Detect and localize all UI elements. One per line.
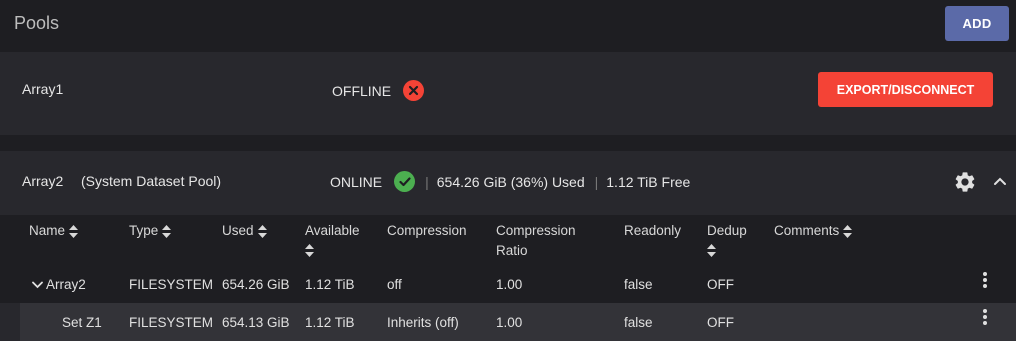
cell-available: 1.12 TiB [305, 277, 355, 292]
pool-card-array1: Array1 OFFLINE EXPORT/DISCONNECT [0, 52, 1016, 122]
sort-icon [162, 224, 172, 238]
pool-status: ONLINE | 654.26 GiB (36%) Used | 1.12 Ti… [330, 171, 690, 192]
cell-type: FILESYSTEM [129, 315, 214, 330]
cell-readonly: false [624, 315, 653, 330]
cell-readonly: false [624, 277, 653, 292]
column-header-readonly: Readonly [624, 223, 682, 238]
gear-icon[interactable] [953, 170, 977, 194]
page-title: Pools [14, 13, 60, 33]
status-text: ONLINE [330, 173, 383, 190]
card-divider [0, 135, 1016, 151]
cell-dedup: OFF [707, 315, 734, 330]
cell-used: 654.26 GiB [222, 277, 290, 292]
separator: | [425, 173, 429, 190]
cell-compression: Inherits (off) [387, 315, 459, 330]
cell-dedup: OFF [707, 277, 734, 292]
sort-icon [707, 244, 716, 257]
column-header-type[interactable]: Type [129, 221, 172, 241]
column-header-name[interactable]: Name [29, 221, 79, 241]
cell-type: FILESYSTEM [129, 277, 214, 292]
pool-status: OFFLINE [332, 80, 425, 101]
table-row[interactable]: Set Z1 FILESYSTEM 654.13 GiB 1.12 TiB In… [20, 303, 1016, 341]
cell-ratio: 1.00 [496, 315, 523, 330]
pool-subtitle: (System Dataset Pool) [81, 173, 222, 189]
status-text: OFFLINE [332, 82, 392, 99]
sort-icon [305, 244, 314, 257]
column-header-comments[interactable]: Comments [774, 221, 853, 241]
column-header-compression: Compression [387, 223, 467, 238]
pool-free: 1.12 TiB Free [606, 173, 691, 190]
error-circle-icon [403, 80, 425, 101]
export-disconnect-button[interactable]: EXPORT/DISCONNECT [818, 72, 993, 107]
column-header-dedup[interactable]: Dedup [707, 221, 747, 263]
dataset-table-header: Name Type Used Available Compression Com… [0, 215, 1016, 267]
table-row[interactable]: Array2 FILESYSTEM 654.26 GiB 1.12 TiB of… [0, 267, 1016, 303]
cell-name: Set Z1 [62, 315, 102, 330]
column-header-compression-ratio: Compression Ratio [496, 223, 576, 258]
cell-used: 654.13 GiB [222, 315, 290, 330]
column-header-used[interactable]: Used [222, 221, 267, 241]
add-pool-button[interactable]: ADD [945, 6, 1009, 41]
pool-card-footer [0, 122, 1016, 136]
chevron-up-icon[interactable] [992, 175, 1008, 187]
sort-icon [69, 224, 79, 238]
sort-icon [257, 224, 267, 238]
pool-name: Array1 [22, 81, 64, 97]
cell-name: Array2 [46, 277, 86, 292]
cell-compression: off [387, 277, 402, 292]
page-header: Pools ADD [0, 0, 1016, 52]
pool-used: 654.26 GiB (36%) Used [436, 173, 585, 190]
check-circle-icon [394, 171, 416, 192]
column-header-available[interactable]: Available [305, 221, 360, 263]
chevron-down-icon[interactable] [32, 281, 43, 289]
more-vert-icon[interactable] [982, 308, 988, 326]
cell-ratio: 1.00 [496, 277, 523, 292]
pool-name: Array2 [22, 173, 64, 189]
cell-available: 1.12 TiB [305, 315, 355, 330]
sort-icon [843, 224, 853, 238]
more-vert-icon[interactable] [982, 271, 988, 289]
separator: | [594, 173, 599, 190]
